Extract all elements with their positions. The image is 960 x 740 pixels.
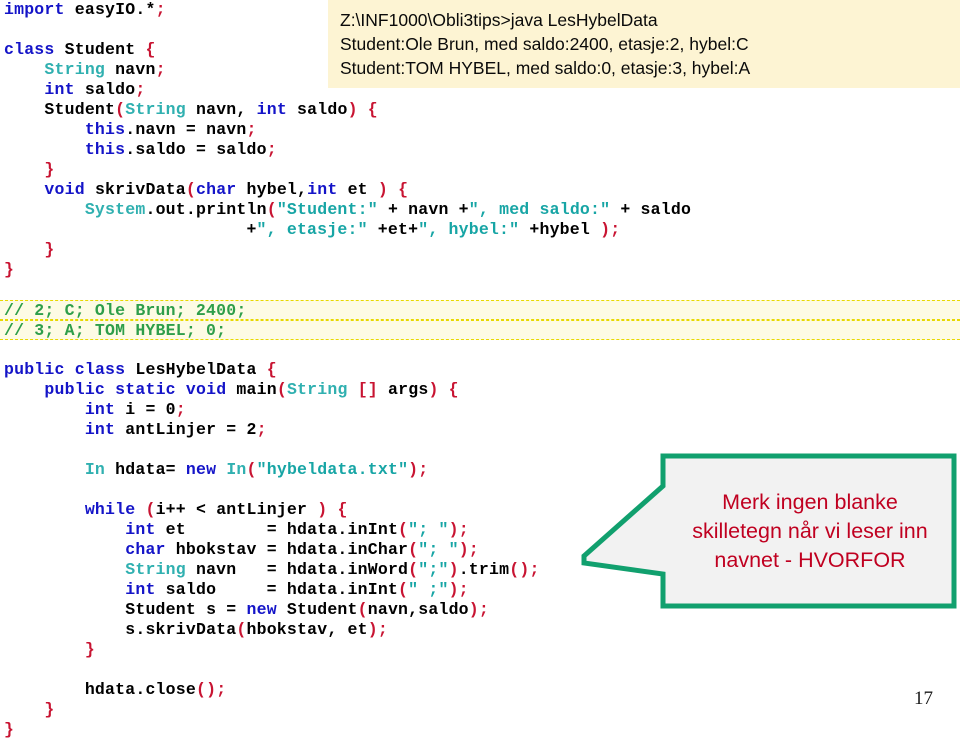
code-line: int antLinjer = 2;	[84, 420, 267, 439]
annotation-callout: Merk ingen blanke skilletegn når vi lese…	[580, 452, 958, 610]
code-line: int i = 0;	[84, 400, 186, 419]
slide-canvas: import easyIO.*; class Student { String …	[0, 0, 960, 739]
code-line: s.skrivData(hbokstav, et);	[125, 620, 388, 639]
code-line: System.out.println("Student:" + navn +",…	[84, 200, 692, 219]
code-line: public static void main(String [] args) …	[44, 380, 459, 399]
console-output-box: Z:\INF1000\Obli3tips>java LesHybelData S…	[328, 0, 960, 88]
code-line: }	[44, 700, 55, 719]
code-line: this.navn = navn;	[84, 120, 257, 139]
code-line: }	[84, 640, 95, 659]
code-line: }	[4, 260, 15, 279]
callout-line: Merk ingen blanke	[722, 489, 898, 514]
console-line: Z:\INF1000\Obli3tips>java LesHybelData	[340, 10, 658, 30]
code-line: }	[44, 160, 55, 179]
console-line: Student:TOM HYBEL, med saldo:0, etasje:3…	[340, 58, 751, 78]
callout-line: navnet - HVORFOR	[714, 547, 906, 572]
callout-line: skilletegn når vi leser inn	[692, 518, 928, 543]
code-line: }	[44, 240, 55, 259]
page-number: 17	[914, 688, 933, 709]
code-line: // 2; C; Ole Brun; 2400;	[0, 300, 960, 320]
code-line: void skrivData(char hybel,int et ) {	[44, 180, 409, 199]
code-line: this.saldo = saldo;	[84, 140, 277, 159]
code-line: }	[4, 720, 15, 739]
code-line: hdata.close();	[84, 680, 227, 699]
code-line: public class LesHybelData {	[4, 360, 277, 379]
code-line: +", etasje:" +et+", hybel:" +hybel );	[4, 220, 621, 239]
console-line: Student:Ole Brun, med saldo:2400, etasje…	[340, 34, 749, 54]
code-line: // 3; A; TOM HYBEL; 0;	[0, 320, 960, 340]
code-line: Student(String navn, int saldo) {	[44, 100, 378, 119]
code-listing: import easyIO.*; class Student { String …	[0, 0, 960, 740]
callout-text: Merk ingen blanke skilletegn når vi lese…	[668, 466, 952, 596]
